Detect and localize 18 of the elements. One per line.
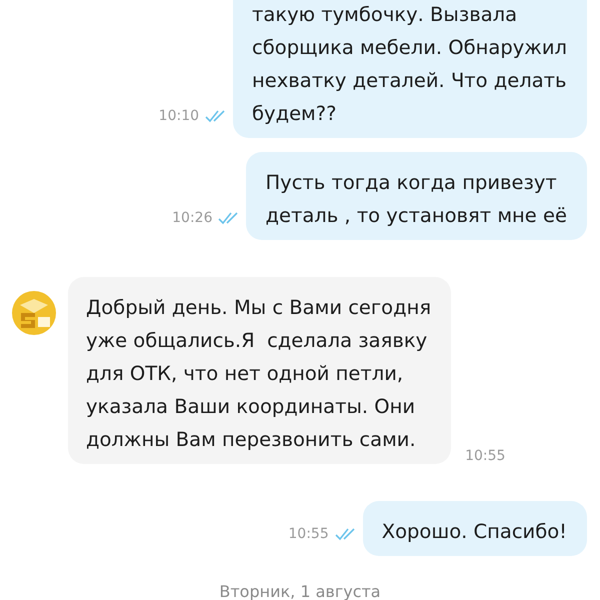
message-time: 10:55: [288, 526, 329, 542]
message-text: такую тумбочку. Вызвала: [252, 2, 518, 28]
message-text: для ОТК, что нет одной петли,: [86, 361, 404, 387]
message-text: нехватку деталей. Что делать: [252, 68, 567, 94]
message-time: 10:26: [172, 210, 212, 226]
message-text: Хорошо. Спасибо!: [382, 519, 567, 545]
avatar-icon: [12, 291, 56, 335]
message-text: указала Ваши координаты. Они: [86, 394, 416, 420]
message-text: уже общались.Я сделала заявку: [86, 328, 428, 354]
message-text: Добрый день. Мы с Вами сегодня: [86, 295, 432, 321]
message-text: сборщика мебели. Обнаружил: [252, 35, 567, 61]
message-text: будем??: [252, 101, 338, 127]
message-time: 10:10: [158, 108, 200, 124]
date-separator: Вторник, 1 августа: [218, 582, 382, 600]
message-time: 10:55: [465, 448, 506, 464]
message-text: деталь , то установят мне её: [265, 203, 567, 229]
message-text: должны Вам перезвонить сами.: [86, 427, 417, 453]
message-text: Пусть тогда когда привезут: [265, 170, 558, 196]
